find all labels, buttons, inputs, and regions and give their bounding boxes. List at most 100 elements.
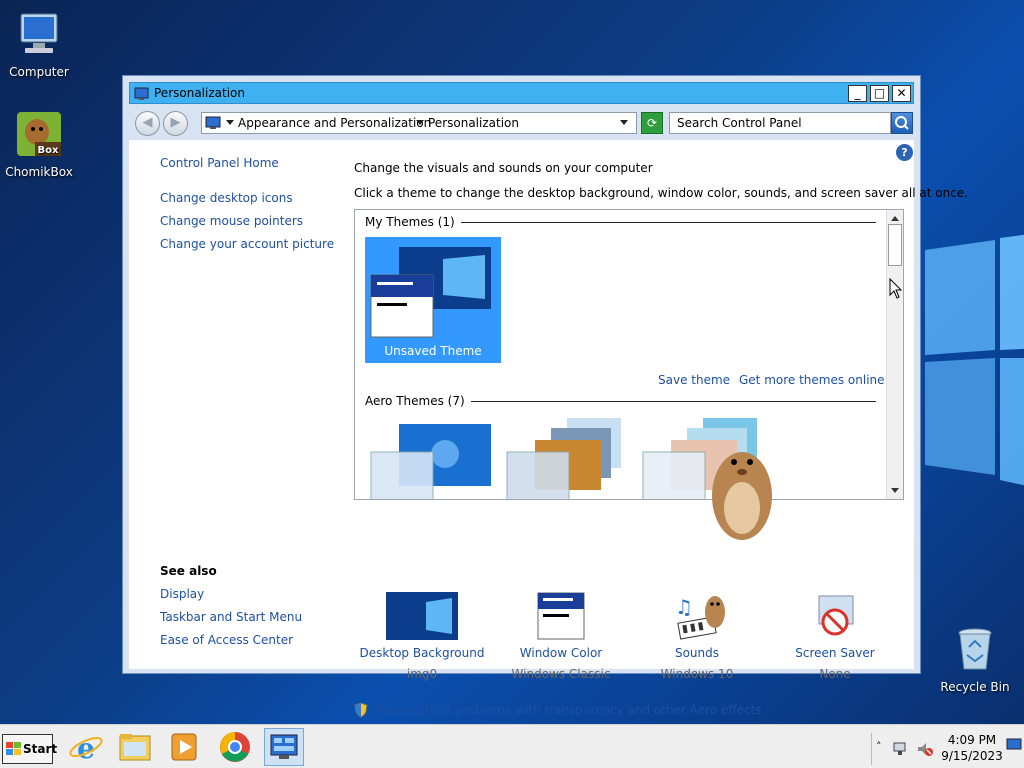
taskbar-start-menu-link[interactable]: Taskbar and Start Menu <box>160 610 302 624</box>
personalization-icon <box>134 87 149 100</box>
window-color-option[interactable]: Window Color Windows Classic <box>491 592 631 681</box>
breadcrumb-appearance[interactable]: Appearance and Personalization <box>238 116 431 130</box>
back-button[interactable]: ◀ <box>135 111 160 136</box>
desktop-background-link[interactable]: Desktop Background <box>352 646 492 660</box>
sounds-value: Windows 10 <box>660 667 734 681</box>
chomikbox-icon: Box <box>17 112 61 156</box>
page-title: Change the visuals and sounds on your co… <box>354 161 653 175</box>
svg-text:e: e <box>77 732 95 765</box>
sounds-option[interactable]: ♫ Sounds Windows 10 <box>627 592 767 681</box>
save-theme-link[interactable]: Save theme <box>658 373 730 387</box>
desktop-icon-label: Computer <box>9 65 69 79</box>
breadcrumb-personalization[interactable]: Personalization <box>428 116 519 130</box>
content-area: ? Control Panel Home Change desktop icon… <box>129 140 968 718</box>
search-button[interactable] <box>891 112 913 134</box>
taskbar-media-player[interactable] <box>164 728 204 766</box>
minimize-button[interactable]: _ <box>848 85 867 102</box>
forward-arrow-icon: ▶ <box>170 115 181 130</box>
control-panel-icon <box>205 116 221 129</box>
aero-theme-windows[interactable] <box>369 422 495 500</box>
volume-muted-icon[interactable] <box>916 740 934 758</box>
screen-saver-option[interactable]: Screen Saver None <box>765 592 905 681</box>
network-icon[interactable] <box>892 740 910 758</box>
show-hidden-icons-icon[interactable]: ˄ <box>876 740 882 753</box>
windows-flag-icon <box>6 742 21 755</box>
refresh-button[interactable]: ⟳ <box>641 112 663 134</box>
shield-icon <box>354 702 368 718</box>
display-link[interactable]: Display <box>160 587 204 601</box>
desktop-background-option[interactable]: Desktop Background img0 <box>352 592 492 681</box>
control-panel-home-link[interactable]: Control Panel Home <box>160 156 279 170</box>
start-label: Start <box>23 742 58 756</box>
media-player-icon <box>171 733 197 761</box>
desktop-icon-label: Recycle Bin <box>940 680 1010 694</box>
mouse-cursor-icon <box>889 278 903 299</box>
start-button[interactable]: Start <box>2 734 57 764</box>
desktop-icon-chomikbox[interactable]: Box ChomikBox <box>0 110 78 179</box>
show-desktop-icon[interactable] <box>1006 737 1022 753</box>
clock-date: 9/15/2023 <box>941 749 1003 763</box>
taskbar-clock[interactable]: 4:09 PM 9/15/2023 <box>940 732 1004 764</box>
recycle-bin-icon <box>958 628 992 670</box>
ease-of-access-link[interactable]: Ease of Access Center <box>160 633 293 647</box>
hamster-mascot <box>712 452 772 540</box>
my-themes-label: My Themes (1) <box>365 215 461 229</box>
desktop-background-value: img0 <box>406 667 438 681</box>
aero-theme-architecture[interactable] <box>505 416 631 500</box>
desktop-icon-label: ChomikBox <box>5 165 73 179</box>
back-arrow-icon: ◀ <box>142 115 153 130</box>
forward-button[interactable]: ▶ <box>163 111 188 136</box>
theme-list-scrollbar[interactable] <box>886 210 903 499</box>
see-also-heading: See also <box>160 564 217 578</box>
sounds-icon: ♫ <box>675 595 725 640</box>
taskbar-chrome[interactable] <box>215 728 255 766</box>
change-desktop-icons-link[interactable]: Change desktop icons <box>160 191 293 205</box>
folder-icon <box>119 734 151 761</box>
window-title: Personalization <box>154 86 245 100</box>
unsaved-theme-thumbnail <box>370 247 491 338</box>
troubleshoot-aero-link[interactable]: Troubleshoot problems with transparency … <box>375 703 762 717</box>
computer-icon <box>20 13 58 53</box>
taskbar-file-explorer[interactable] <box>115 728 155 766</box>
address-row: ◀ ▶ Appearance and Personalization Perso… <box>129 108 914 138</box>
desktop-icon-recycle-bin[interactable]: Recycle Bin <box>936 625 1014 694</box>
taskbar-internet-explorer[interactable]: e <box>66 728 106 766</box>
theme-list[interactable]: My Themes (1) Unsaved Theme Save theme G… <box>354 209 904 500</box>
search-icon <box>895 116 909 130</box>
sounds-link[interactable]: Sounds <box>627 646 767 660</box>
screen-saver-link[interactable]: Screen Saver <box>765 646 905 660</box>
chevron-down-icon[interactable] <box>226 120 234 125</box>
maximize-button[interactable]: □ <box>870 85 889 102</box>
scroll-thumb[interactable] <box>888 224 902 266</box>
taskbar-control-panel[interactable] <box>264 728 304 766</box>
control-panel-icon <box>270 734 298 759</box>
chevron-down-icon[interactable] <box>416 120 424 125</box>
screen-saver-icon <box>818 595 854 636</box>
search-input[interactable]: Search Control Panel <box>669 112 891 134</box>
get-more-themes-link[interactable]: Get more themes online <box>739 373 885 387</box>
unsaved-theme-label: Unsaved Theme <box>384 344 482 358</box>
refresh-icon: ⟳ <box>646 116 658 130</box>
windows-logo-wallpaper <box>925 234 1024 486</box>
clock-time: 4:09 PM <box>947 733 997 747</box>
window-color-value: Windows Classic <box>511 667 611 681</box>
close-button[interactable]: ✕ <box>892 85 911 102</box>
scroll-up-icon[interactable] <box>891 216 899 221</box>
svg-text:Box: Box <box>38 145 59 156</box>
scroll-down-icon[interactable] <box>891 488 899 493</box>
window-color-icon <box>537 592 585 640</box>
aero-themes-label: Aero Themes (7) <box>365 394 471 408</box>
window-color-link[interactable]: Window Color <box>491 646 631 660</box>
svg-text:♫: ♫ <box>675 595 693 619</box>
unsaved-theme-tile[interactable]: Unsaved Theme <box>365 237 501 363</box>
address-dropdown-icon[interactable] <box>620 120 628 125</box>
help-icon[interactable]: ? <box>896 144 913 161</box>
change-account-picture-link[interactable]: Change your account picture <box>160 237 334 251</box>
taskbar: Start e ˄ 4:09 PM 9/15/2023 <box>0 724 1024 768</box>
title-bar[interactable]: Personalization _ □ ✕ <box>129 82 914 104</box>
personalization-window: Personalization _ □ ✕ ◀ ▶ Appearance and… <box>122 75 968 718</box>
desktop-icon-computer[interactable]: Computer <box>0 10 78 79</box>
address-bar[interactable]: Appearance and Personalization Personali… <box>201 112 637 134</box>
page-subtitle: Click a theme to change the desktop back… <box>354 186 968 200</box>
change-mouse-pointers-link[interactable]: Change mouse pointers <box>160 214 303 228</box>
